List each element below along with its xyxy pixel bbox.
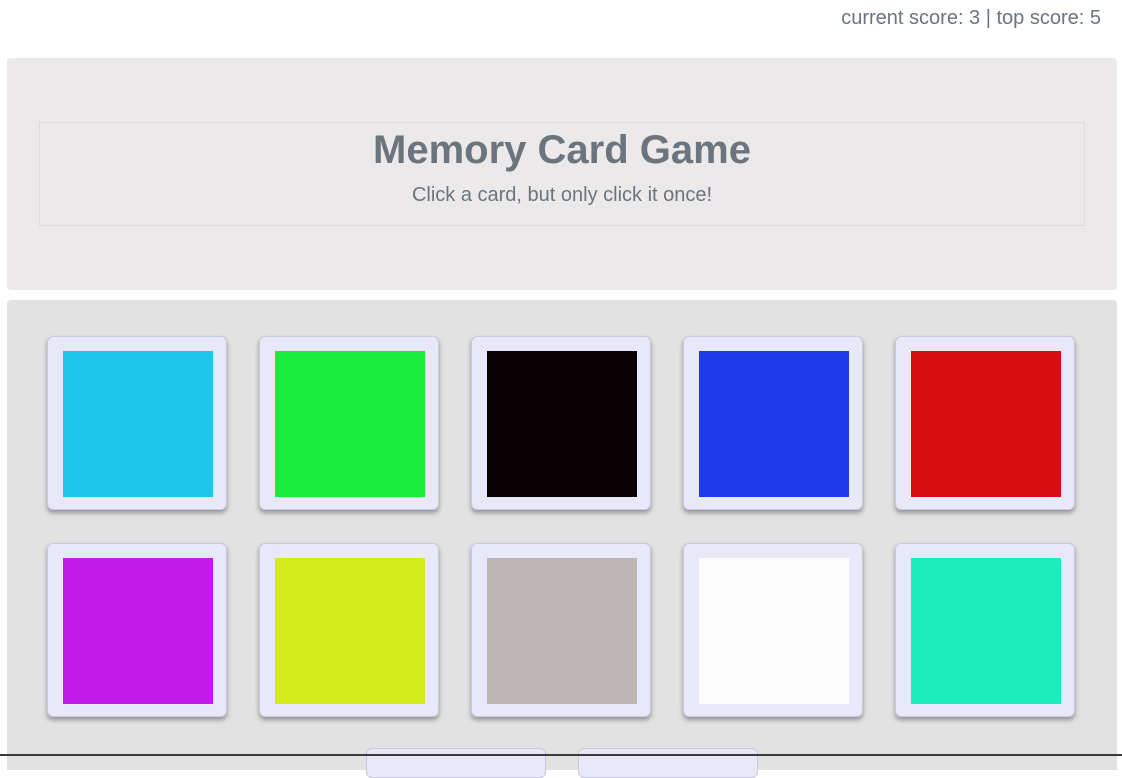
color-card[interactable] bbox=[683, 336, 863, 510]
color-swatch bbox=[487, 351, 637, 497]
color-card[interactable] bbox=[47, 543, 227, 717]
header-box: Memory Card Game Click a card, but only … bbox=[39, 122, 1085, 226]
color-swatch bbox=[699, 558, 849, 704]
color-swatch bbox=[911, 351, 1061, 497]
color-swatch bbox=[487, 558, 637, 704]
color-card[interactable] bbox=[259, 336, 439, 510]
color-swatch bbox=[275, 558, 425, 704]
color-card[interactable] bbox=[47, 336, 227, 510]
color-swatch bbox=[63, 351, 213, 497]
card-grid bbox=[47, 336, 1075, 717]
card-board bbox=[7, 300, 1117, 770]
color-card-partial[interactable] bbox=[578, 748, 758, 778]
color-card[interactable] bbox=[259, 543, 439, 717]
color-card-partial[interactable] bbox=[366, 748, 546, 778]
color-swatch bbox=[699, 351, 849, 497]
score-display: current score: 3 | top score: 5 bbox=[841, 7, 1101, 29]
color-swatch bbox=[63, 558, 213, 704]
color-swatch bbox=[911, 558, 1061, 704]
color-card[interactable] bbox=[895, 336, 1075, 510]
instructions: Click a card, but only click it once! bbox=[411, 184, 713, 206]
page-title: Memory Card Game bbox=[373, 128, 751, 172]
color-swatch bbox=[275, 351, 425, 497]
header-panel: Memory Card Game Click a card, but only … bbox=[7, 58, 1117, 290]
color-card[interactable] bbox=[895, 543, 1075, 717]
color-card[interactable] bbox=[471, 336, 651, 510]
color-card[interactable] bbox=[471, 543, 651, 717]
color-card[interactable] bbox=[683, 543, 863, 717]
